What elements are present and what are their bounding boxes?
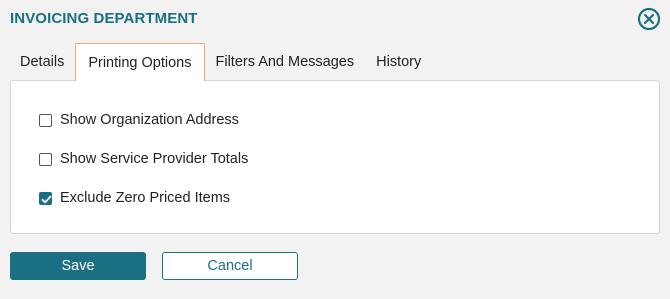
printing-options-panel: Show Organization Address Show Service P… bbox=[10, 80, 660, 234]
tab-printing-options[interactable]: Printing Options bbox=[75, 43, 205, 81]
show-organization-address-checkbox[interactable] bbox=[39, 113, 52, 127]
close-circle-icon bbox=[637, 7, 661, 31]
tab-history[interactable]: History bbox=[365, 43, 432, 81]
close-button[interactable] bbox=[637, 7, 661, 31]
cancel-button[interactable]: Cancel bbox=[162, 252, 298, 280]
option-show-organization-address[interactable]: Show Organization Address bbox=[39, 112, 239, 128]
option-show-service-provider-totals[interactable]: Show Service Provider Totals bbox=[39, 151, 248, 167]
tab-details[interactable]: Details bbox=[10, 43, 75, 81]
exclude-zero-priced-items-checkbox[interactable] bbox=[39, 191, 52, 205]
option-label: Exclude Zero Priced Items bbox=[60, 190, 231, 206]
option-label: Show Service Provider Totals bbox=[60, 151, 249, 167]
tab-filters-and-messages[interactable]: Filters And Messages bbox=[205, 43, 366, 81]
dialog-title: INVOICING DEPARTMENT bbox=[10, 10, 198, 27]
show-service-provider-totals-checkbox[interactable] bbox=[39, 152, 52, 166]
tab-bar: Details Printing Options Filters And Mes… bbox=[10, 43, 432, 81]
checkmark-icon bbox=[41, 195, 52, 203]
option-exclude-zero-priced-items[interactable]: Exclude Zero Priced Items bbox=[39, 190, 230, 206]
option-label: Show Organization Address bbox=[60, 112, 239, 128]
dialog-header: INVOICING DEPARTMENT bbox=[0, 0, 670, 36]
save-button[interactable]: Save bbox=[10, 252, 146, 280]
